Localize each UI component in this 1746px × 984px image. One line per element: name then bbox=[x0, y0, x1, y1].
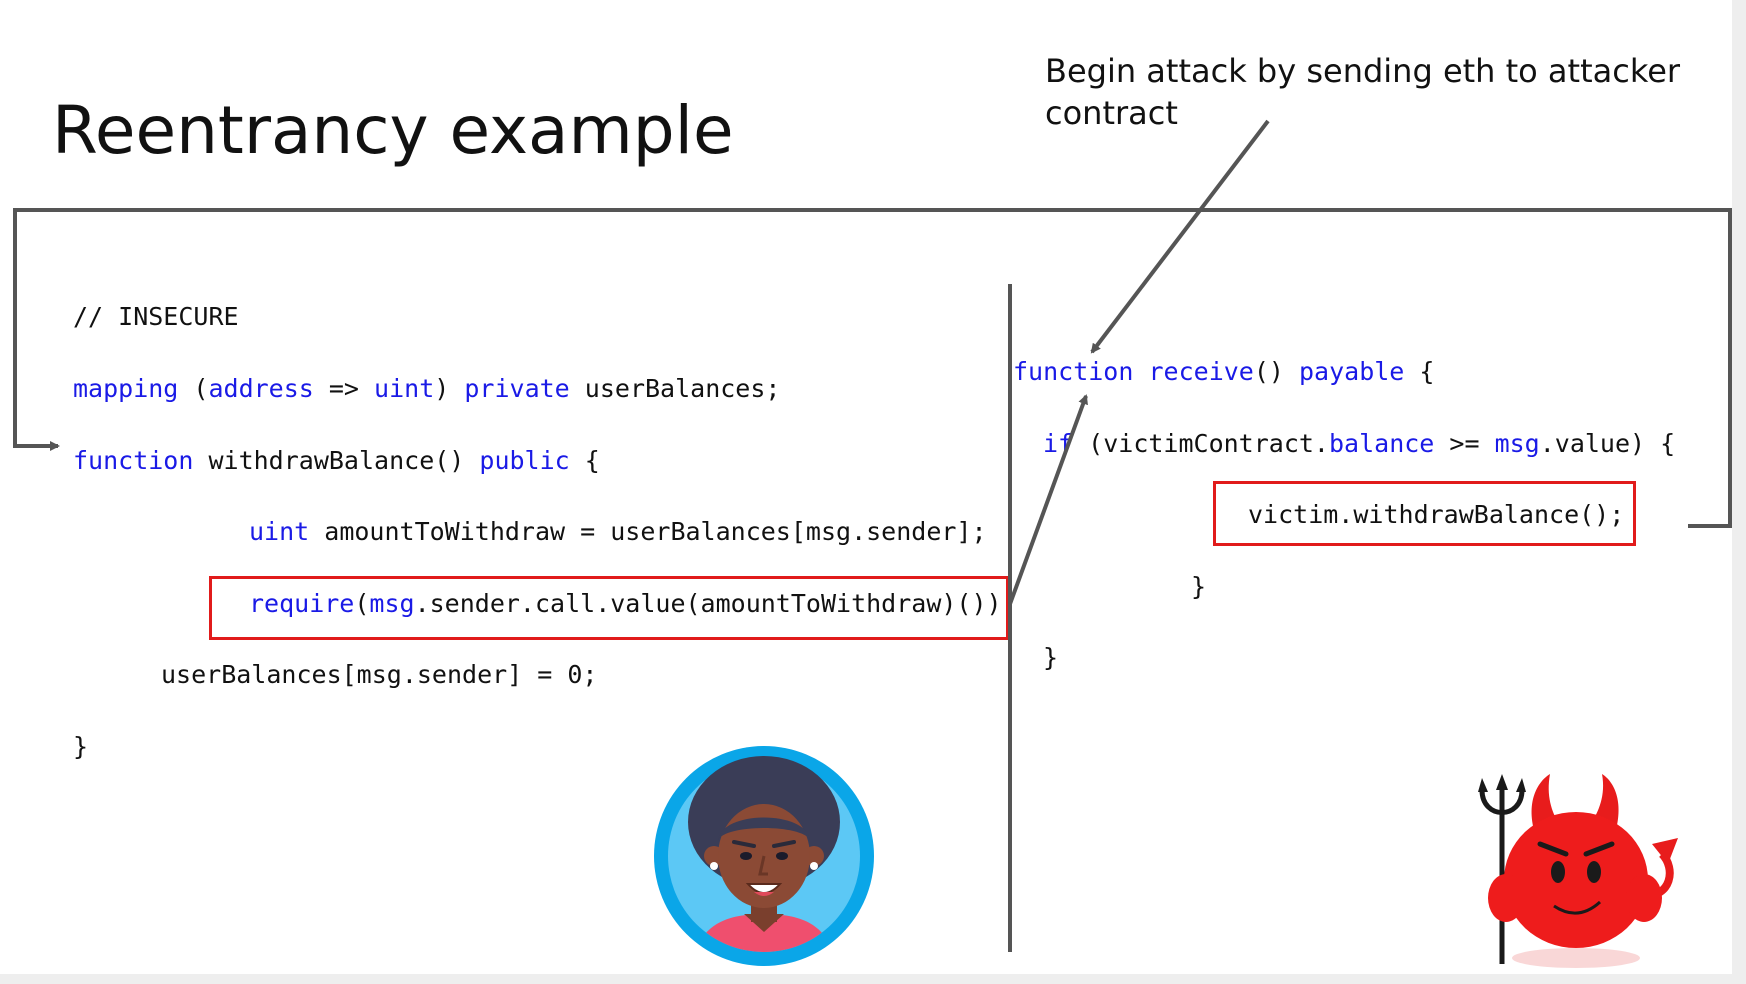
code-keyword: balance bbox=[1328, 429, 1435, 458]
code-text: () bbox=[1253, 357, 1299, 386]
code-text: userBalances; bbox=[569, 374, 781, 403]
code-keyword: payable bbox=[1299, 357, 1405, 386]
code-keyword: function bbox=[1013, 357, 1134, 386]
reentry-loop-arrow bbox=[13, 208, 1732, 528]
code-text: { bbox=[1404, 357, 1435, 386]
code-keyword: uint bbox=[374, 374, 435, 403]
code-text: .value) { bbox=[1539, 429, 1676, 458]
code-keyword: public bbox=[479, 446, 570, 475]
callout-arrow bbox=[1090, 119, 1270, 354]
code-text: (victimContract. bbox=[1073, 429, 1329, 458]
attacker-code-if-line: if (victimContract.balance >= msg.value)… bbox=[1043, 429, 1675, 459]
attack-callout: Begin attack by sending eth to attacker … bbox=[1045, 50, 1685, 134]
code-keyword: msg bbox=[1494, 429, 1540, 458]
devil-icon bbox=[1478, 774, 1678, 968]
code-text: ) bbox=[434, 374, 465, 403]
attacker-code-close-if: } bbox=[1191, 572, 1207, 601]
code-keyword: function bbox=[73, 446, 194, 475]
code-text: withdrawBalance() bbox=[193, 446, 480, 475]
attacker-code-close-fn: } bbox=[1043, 643, 1059, 672]
victim-code-close-brace: } bbox=[73, 732, 89, 761]
code-text: amountToWithdraw = userBalances[msg.send… bbox=[309, 517, 987, 546]
page-margin-bottom bbox=[0, 974, 1746, 984]
code-keyword: mapping bbox=[73, 374, 179, 403]
victim-code-comment: // INSECURE bbox=[73, 302, 239, 331]
victim-code-reset-line: userBalances[msg.sender] = 0; bbox=[161, 660, 598, 689]
victim-code-function-line: function withdrawBalance() public { bbox=[73, 446, 600, 476]
code-text: => bbox=[313, 374, 375, 403]
code-keyword: uint bbox=[249, 517, 310, 546]
victim-code-uint-line: uint amountToWithdraw = userBalances[msg… bbox=[249, 517, 987, 547]
withdraw-call-highlight-box bbox=[1213, 481, 1636, 546]
victim-code-mapping-line: mapping (address => uint) private userBa… bbox=[73, 374, 780, 404]
code-text: ( bbox=[178, 374, 209, 403]
attack-callout-line2: contract bbox=[1045, 94, 1178, 132]
slide: Reentrancy example Begin attack by sendi… bbox=[0, 0, 1746, 984]
code-keyword: private bbox=[464, 374, 570, 403]
code-keyword: if bbox=[1043, 429, 1074, 458]
code-keyword: receive bbox=[1148, 357, 1254, 386]
code-text: >= bbox=[1434, 429, 1495, 458]
code-text: { bbox=[569, 446, 600, 475]
require-highlight-box bbox=[209, 576, 1009, 640]
attacker-code-function-line: function receive() payable { bbox=[1013, 357, 1434, 387]
page-margin-right bbox=[1732, 0, 1746, 984]
call-to-receive-arrow bbox=[1008, 394, 1088, 605]
woman-avatar-icon bbox=[654, 746, 874, 966]
slide-title: Reentrancy example bbox=[52, 92, 734, 169]
attack-callout-line1: Begin attack by sending eth to attacker bbox=[1045, 52, 1681, 90]
code-keyword: address bbox=[208, 374, 314, 403]
